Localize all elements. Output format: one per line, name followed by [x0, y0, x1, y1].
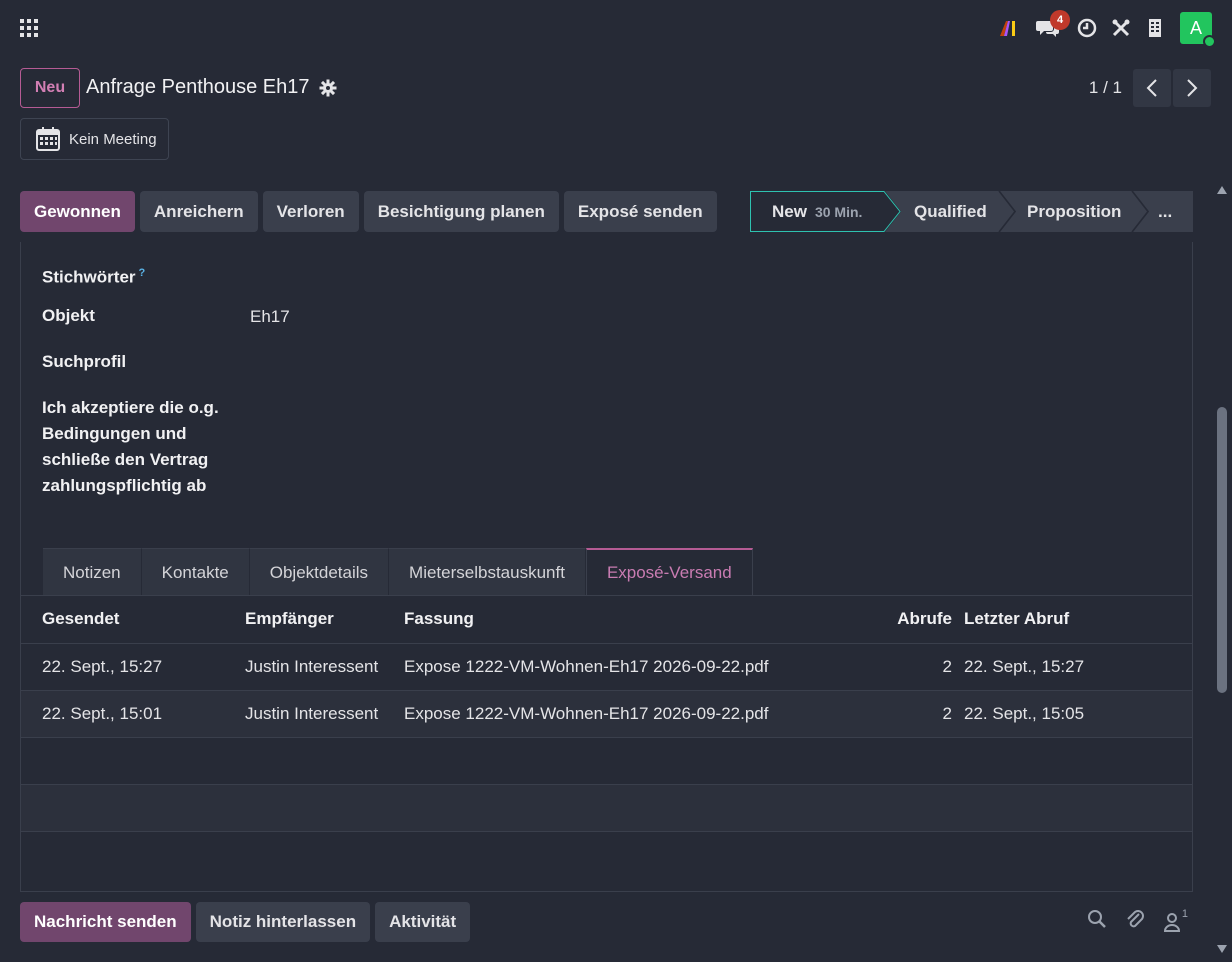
search-icon[interactable] [1087, 909, 1107, 934]
consent-label: Ich akzeptiere die o.g. Bedingungen und … [42, 395, 219, 499]
help-icon[interactable]: ? [139, 267, 146, 279]
chatter-toolbar: Nachricht senden Notiz hinterlassen Akti… [20, 902, 471, 942]
pager-next-button[interactable] [1173, 69, 1211, 107]
stage-proposition[interactable]: Proposition [1027, 191, 1121, 232]
scroll-down-arrow-icon[interactable] [1217, 945, 1227, 953]
notebook-tabs: Notizen Kontakte Objektdetails Mietersel… [43, 548, 753, 596]
user-icon [1163, 912, 1180, 932]
record-title: Anfrage Penthouse Eh17 [86, 76, 310, 98]
empty-table-row [21, 831, 1192, 889]
empty-table-row [21, 784, 1192, 832]
search-profile-label: Suchprofil [42, 352, 127, 371]
cell-sent: 22. Sept., 15:01 [21, 690, 245, 738]
scroll-up-arrow-icon[interactable] [1217, 186, 1227, 194]
cell-sent: 22. Sept., 15:27 [21, 643, 245, 691]
cell-views: 2 [804, 643, 964, 691]
meeting-button[interactable]: Kein Meeting [20, 118, 169, 160]
empty-table-row [21, 737, 1192, 785]
table-row[interactable]: 22. Sept., 15:27 Justin Interessent Expo… [21, 643, 1192, 691]
lost-button[interactable]: Verloren [262, 191, 359, 232]
enrich-button[interactable]: Anreichern [139, 191, 258, 232]
apps-grid-icon[interactable] [20, 19, 38, 37]
stage-more[interactable]: ... [1158, 191, 1172, 232]
stage-qualified[interactable]: Qualified [914, 191, 987, 232]
scrollbar-thumb[interactable] [1217, 407, 1227, 693]
cell-views: 2 [804, 690, 964, 738]
column-header-views[interactable]: Abrufe [804, 596, 964, 644]
consent-line: zahlungspflichtig ab [42, 476, 207, 495]
new-button[interactable]: Neu [20, 68, 80, 108]
column-header-sent[interactable]: Gesendet [21, 596, 245, 644]
meeting-label: Kein Meeting [69, 130, 157, 148]
online-status-dot [1203, 35, 1216, 48]
avatar-letter: A [1189, 17, 1202, 38]
tools-icon[interactable] [1104, 12, 1138, 44]
cell-version: Expose 1222-VM-Wohnen-Eh17 2026-09-22.pd… [404, 690, 804, 738]
followers-count: 1 [1181, 907, 1188, 920]
cell-recipient: Justin Interessent [245, 690, 404, 738]
table-header-row: Gesendet Empfänger Fassung Abrufe Letzte… [21, 596, 1192, 644]
schedule-viewing-button[interactable]: Besichtigung planen [363, 191, 559, 232]
consent-line: schließe den Vertrag [42, 450, 209, 469]
chat-badge: 4 [1050, 10, 1070, 30]
cell-last-view: 22. Sept., 15:05 [964, 690, 1192, 738]
consent-line: Bedingungen und [42, 424, 187, 443]
send-expose-button[interactable]: Exposé senden [563, 191, 717, 232]
user-avatar[interactable]: A [1180, 12, 1216, 48]
object-label: Objekt [42, 306, 95, 325]
followers-button[interactable]: 1 [1163, 908, 1188, 932]
gear-icon[interactable] [319, 79, 337, 97]
page-scrollbar[interactable] [1212, 181, 1232, 962]
calendar-icon [36, 127, 60, 151]
activity-button[interactable]: Aktivität [375, 902, 471, 942]
tab-contacts[interactable]: Kontakte [141, 548, 250, 596]
status-action-bar: Gewonnen Anreichern Verloren Besichtigun… [20, 191, 717, 232]
top-navbar: 4 A [0, 0, 1232, 56]
tab-expose-dispatch[interactable]: Exposé-Versand [585, 548, 753, 596]
tab-tenant-self-disclosure[interactable]: Mieterselbstauskunft [389, 548, 586, 596]
column-header-last-view[interactable]: Letzter Abruf [964, 596, 1192, 644]
table-row[interactable]: 22. Sept., 15:01 Justin Interessent Expo… [21, 690, 1192, 738]
cell-version: Expose 1222-VM-Wohnen-Eh17 2026-09-22.pd… [404, 643, 804, 691]
form-sheet: Stichwörter? Objekt Eh17 Suchprofil Ich … [20, 242, 1193, 892]
keywords-label-text: Stichwörter [42, 267, 136, 287]
consent-line: Ich akzeptiere die o.g. [42, 398, 219, 417]
chatter-tools: 1 [1087, 908, 1188, 935]
ai-logo-icon[interactable] [992, 12, 1026, 44]
column-header-recipient[interactable]: Empfänger [245, 596, 404, 644]
send-message-button[interactable]: Nachricht senden [20, 902, 191, 942]
cell-last-view: 22. Sept., 15:27 [964, 643, 1192, 691]
paperclip-icon[interactable] [1125, 908, 1145, 935]
chat-icon[interactable]: 4 [1026, 10, 1070, 44]
expose-dispatch-table: Gesendet Empfänger Fassung Abrufe Letzte… [21, 596, 1192, 889]
navbar-systray: 4 A [992, 10, 1216, 48]
chevron-left-icon [1146, 79, 1157, 97]
stage-new-label: New [772, 201, 807, 221]
tab-notes[interactable]: Notizen [43, 548, 142, 596]
pager-previous-button[interactable] [1133, 69, 1171, 107]
clock-icon[interactable] [1070, 12, 1104, 44]
column-header-version[interactable]: Fassung [404, 596, 804, 644]
chevron-right-icon [1187, 79, 1198, 97]
stage-new[interactable]: New 30 Min. [772, 191, 862, 232]
cell-recipient: Justin Interessent [245, 643, 404, 691]
log-note-button[interactable]: Notiz hinterlassen [195, 902, 371, 942]
stage-statusbar: New 30 Min. Qualified Proposition ... [750, 191, 1193, 232]
object-value[interactable]: Eh17 [250, 307, 290, 327]
won-button[interactable]: Gewonnen [20, 191, 135, 232]
building-icon[interactable] [1138, 12, 1172, 44]
keywords-label: Stichwörter? [42, 260, 145, 291]
tab-object-details[interactable]: Objektdetails [249, 548, 390, 596]
stage-new-duration: 30 Min. [814, 203, 863, 220]
pager-counter[interactable]: 1 / 1 [1089, 78, 1122, 98]
